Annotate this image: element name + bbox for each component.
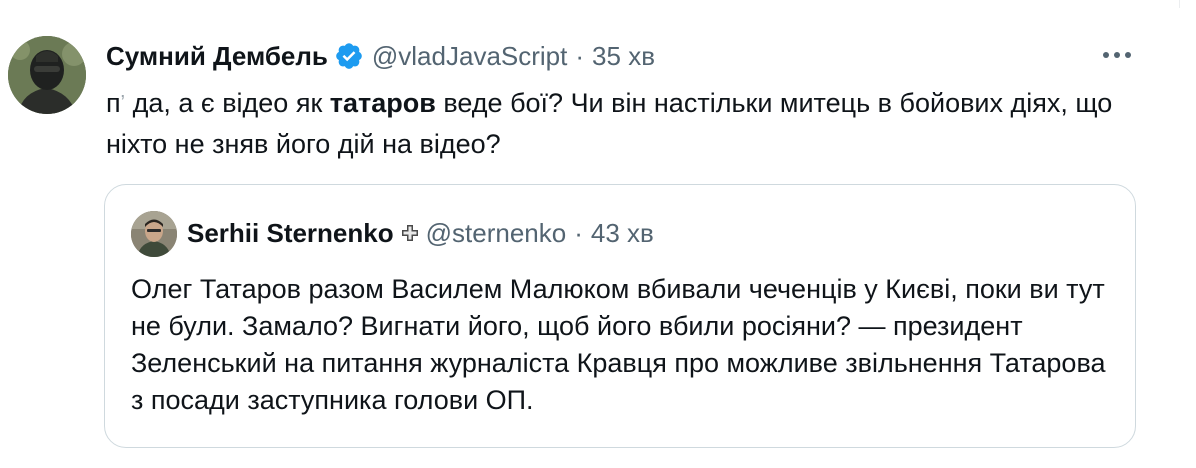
tweet-header: Сумний Дембель @vladJavaScript · 35 хв: [106, 38, 655, 74]
avatar-masked-soldier: [8, 36, 86, 114]
tweet-text: пʼ да, а є відео як татаров веде бої? Чи …: [106, 84, 1166, 163]
text-prefix: п: [106, 88, 121, 118]
avatar-man: [131, 211, 177, 257]
text-bold: татаров: [329, 88, 436, 118]
separator-dot: ·: [575, 40, 585, 71]
author-handle[interactable]: @vladJavaScript: [372, 41, 567, 72]
tweet-time[interactable]: 35 хв: [592, 41, 655, 72]
quote-author-avatar[interactable]: [131, 211, 177, 257]
cross-badge-icon: [400, 223, 420, 243]
quote-author-name[interactable]: Serhii Sternenko: [187, 218, 394, 249]
verified-badge-icon: [334, 41, 364, 71]
scrollbar-edge: [1179, 0, 1186, 8]
more-icon[interactable]: [1100, 40, 1134, 70]
author-avatar[interactable]: [8, 36, 86, 114]
author-name[interactable]: Сумний Дембель: [106, 41, 328, 72]
quote-author-handle[interactable]: @sternenko: [426, 218, 567, 249]
text-part-1: да, а є відео як: [132, 88, 330, 118]
redacted-glyph: ʼ: [120, 93, 126, 115]
quote-header: Serhii Sternenko @sternenko · 43 хв: [187, 215, 654, 251]
quote-separator-dot: ·: [574, 217, 583, 248]
quote-time[interactable]: 43 хв: [591, 218, 654, 249]
quote-text: Олег Татаров разом Василем Малюком вбива…: [131, 274, 1106, 415]
tweet: Сумний Дембель @vladJavaScript · 35 хв п…: [0, 0, 1196, 468]
quoted-tweet[interactable]: Serhii Sternenko @sternenko · 43 хв Олег…: [104, 184, 1136, 448]
